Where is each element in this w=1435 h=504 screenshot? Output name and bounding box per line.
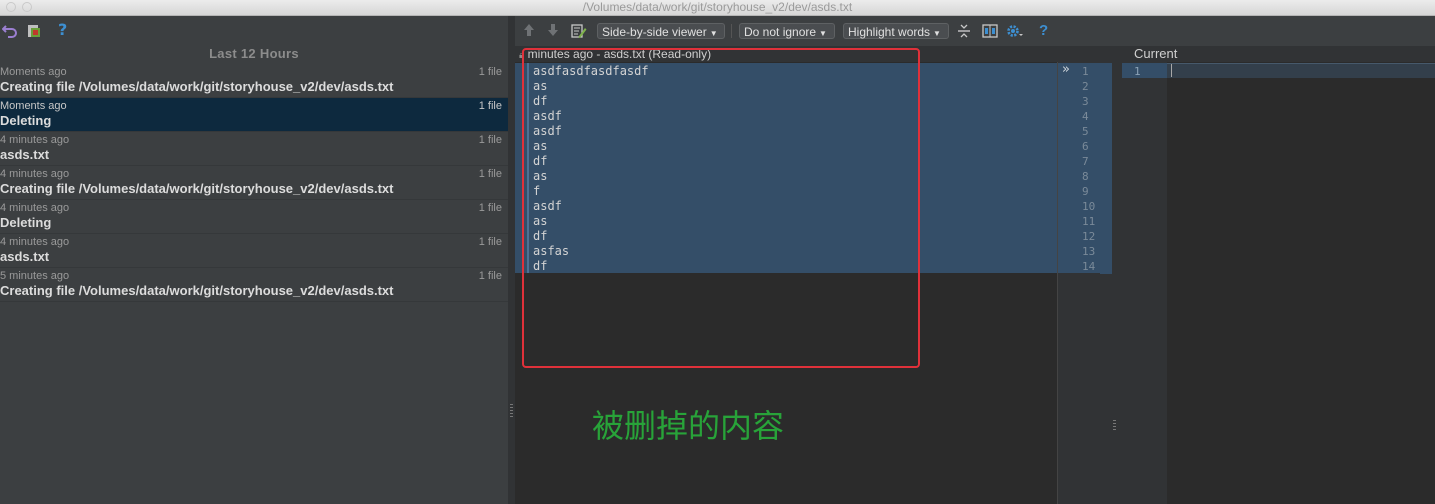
annotation-highlight-box bbox=[522, 48, 920, 368]
history-item-time: 5 minutes ago bbox=[0, 270, 70, 282]
window-titlebar: /Volumes/data/work/git/storyhouse_v2/dev… bbox=[0, 0, 1435, 16]
prev-difference-button[interactable] bbox=[523, 23, 535, 39]
annotation-label: 被删掉的内容 bbox=[592, 407, 785, 445]
help-icon[interactable]: ? bbox=[1039, 23, 1048, 39]
panel-splitter[interactable] bbox=[508, 16, 515, 504]
history-item[interactable]: Moments ago 1 file Creating file /Volumes/… bbox=[0, 64, 508, 98]
help-icon[interactable]: ? bbox=[58, 16, 67, 44]
history-item[interactable]: 4 minutes ago 1 file Deleting bbox=[0, 200, 508, 234]
viewer-mode-label: Side-by-side viewer bbox=[602, 25, 707, 39]
history-group-header: Last 12 Hours bbox=[209, 46, 299, 61]
highlight-mode-label: Highlight words bbox=[848, 25, 931, 39]
history-item-file-count: 1 file bbox=[478, 168, 502, 180]
whitespace-mode-label: Do not ignore bbox=[744, 25, 817, 39]
right-editor[interactable] bbox=[1167, 62, 1435, 504]
diff-toolbar: Side-by-side viewer ▼ Do not ignore ▼ High… bbox=[515, 16, 1435, 46]
history-item[interactable]: 4 minutes ago 1 file asds.txt bbox=[0, 132, 508, 166]
edit-source-icon[interactable] bbox=[571, 23, 587, 39]
history-item[interactable]: Moments ago 1 file Deleting bbox=[0, 98, 508, 132]
chevron-down-icon: ▼ bbox=[709, 29, 718, 38]
history-item-file-count: 1 file bbox=[478, 236, 502, 248]
chevron-down-icon: ▼ bbox=[819, 29, 827, 38]
history-item-time: 4 minutes ago bbox=[0, 236, 70, 248]
right-pane-title: Current bbox=[1134, 46, 1178, 61]
history-item-file-count: 1 file bbox=[478, 202, 502, 214]
history-item-description: Deleting bbox=[0, 215, 52, 230]
window-title: /Volumes/data/work/git/storyhouse_v2/dev… bbox=[582, 0, 853, 14]
history-panel: ? Last 12 Hours Moments ago 1 file Creatin… bbox=[0, 16, 508, 504]
history-item-time: Moments ago bbox=[0, 66, 67, 78]
whitespace-mode-dropdown[interactable]: Do not ignore ▼ bbox=[739, 23, 835, 39]
history-item-description: asds.txt bbox=[0, 147, 50, 162]
current-line-highlight bbox=[1167, 63, 1435, 78]
history-item-description: Deleting bbox=[0, 113, 52, 128]
viewer-mode-dropdown[interactable]: Side-by-side viewer ▼ bbox=[597, 23, 725, 39]
history-item-file-count: 1 file bbox=[478, 270, 502, 282]
history-list: Moments ago 1 file Creating file /Volumes/… bbox=[0, 64, 508, 302]
history-item[interactable]: 5 minutes ago 1 file Creating file /Volume… bbox=[0, 268, 508, 302]
text-cursor bbox=[1171, 64, 1172, 77]
toolbar-separator bbox=[731, 24, 732, 38]
right-gutter: 1 bbox=[1112, 62, 1167, 504]
history-item-time: Moments ago bbox=[0, 100, 67, 112]
history-item[interactable]: 4 minutes ago 1 file Creating file /Volume… bbox=[0, 166, 508, 200]
history-item-time: 4 minutes ago bbox=[0, 134, 70, 146]
highlight-mode-dropdown[interactable]: Highlight words ▼ bbox=[843, 23, 949, 39]
history-item[interactable]: 4 minutes ago 1 file asds.txt bbox=[0, 234, 508, 268]
line-number: 1 bbox=[1134, 65, 1141, 78]
history-item-time: 4 minutes ago bbox=[0, 202, 70, 214]
gear-icon[interactable] bbox=[1006, 23, 1024, 39]
history-item-description: Creating file /Volumes/data/work/git/sto… bbox=[0, 181, 394, 196]
history-item-file-count: 1 file bbox=[478, 100, 502, 112]
apply-change-icon[interactable]: » bbox=[1062, 63, 1070, 77]
patch-icon[interactable] bbox=[26, 16, 42, 44]
undo-arrow-icon[interactable] bbox=[1, 16, 18, 44]
history-item-description: asds.txt bbox=[0, 249, 50, 264]
splitter-grip[interactable] bbox=[1113, 420, 1116, 432]
next-difference-button[interactable] bbox=[547, 23, 559, 39]
chevron-down-icon: ▼ bbox=[933, 29, 941, 38]
right-gutter-highlight bbox=[1122, 63, 1167, 78]
history-item-description: Creating file /Volumes/data/work/git/sto… bbox=[0, 79, 394, 94]
history-toolbar: ? bbox=[0, 16, 508, 44]
history-item-file-count: 1 file bbox=[478, 134, 502, 146]
history-item-description: Creating file /Volumes/data/work/git/sto… bbox=[0, 283, 394, 298]
history-item-file-count: 1 file bbox=[478, 66, 502, 78]
splitter-grip[interactable] bbox=[510, 404, 513, 418]
collapse-unchanged-icon[interactable] bbox=[957, 23, 971, 39]
sync-scroll-icon[interactable] bbox=[982, 23, 998, 39]
history-item-time: 4 minutes ago bbox=[0, 168, 70, 180]
